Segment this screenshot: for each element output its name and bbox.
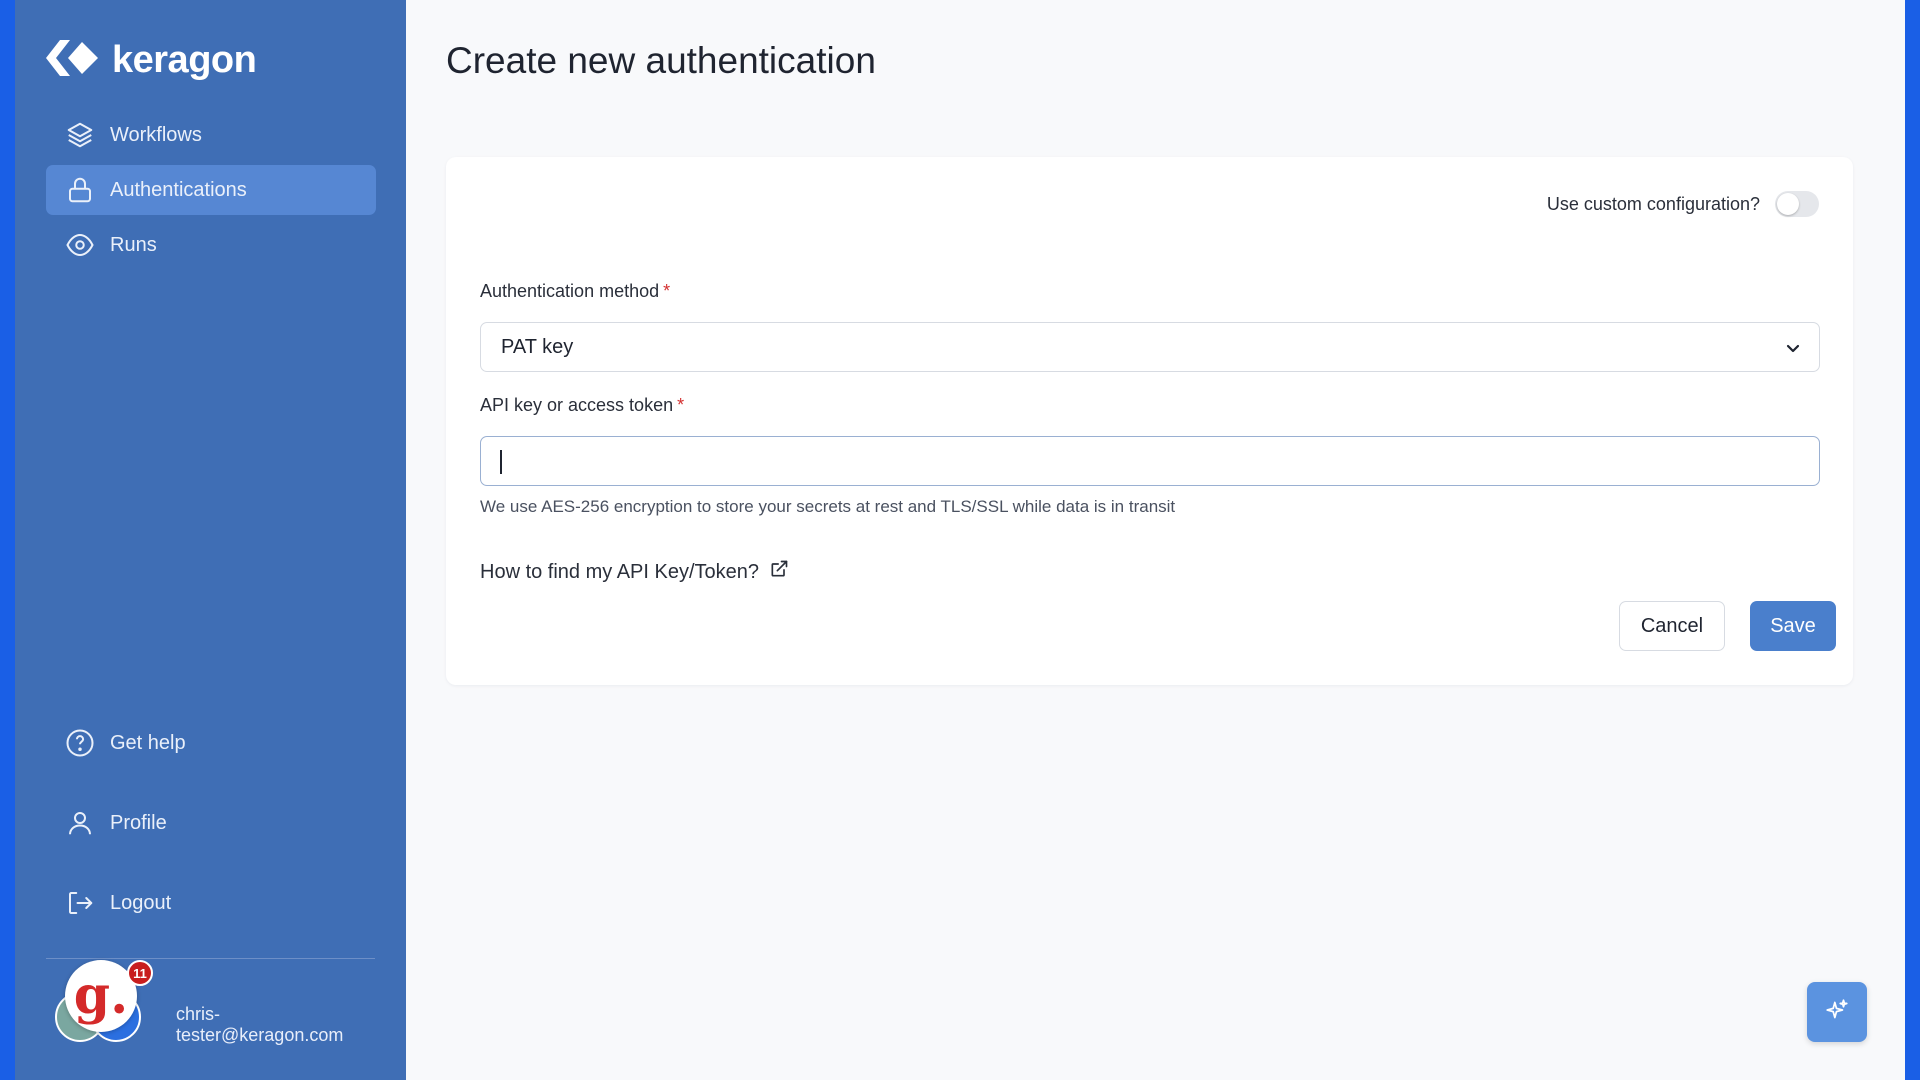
page-title: Create new authentication xyxy=(446,40,876,82)
main-nav: Workflows Authentications xyxy=(46,110,376,275)
main-content: Create new authentication Use custom con… xyxy=(406,0,1905,1080)
user-email: chris-tester@keragon.com xyxy=(176,1004,385,1046)
sidebar-item-profile[interactable]: Profile xyxy=(46,798,376,848)
sparkles-icon xyxy=(1824,997,1850,1028)
required-marker: * xyxy=(677,395,684,415)
cancel-button[interactable]: Cancel xyxy=(1619,601,1725,651)
avatar-letter: g. xyxy=(74,970,128,1022)
sidebar-item-authentications[interactable]: Authentications xyxy=(46,165,376,215)
sidebar-item-logout[interactable]: Logout xyxy=(46,878,376,928)
sidebar-item-workflows[interactable]: Workflows xyxy=(46,110,376,160)
text-cursor xyxy=(500,450,502,474)
sidebar-item-label: Profile xyxy=(110,812,167,835)
lock-icon xyxy=(64,174,96,206)
encryption-helper-text: We use AES-256 encryption to store your … xyxy=(480,497,1175,517)
custom-config-label: Use custom configuration? xyxy=(1547,194,1760,215)
notification-badge: 11 xyxy=(127,960,153,986)
sidebar-item-label: Get help xyxy=(110,732,186,755)
auth-method-label-text: Authentication method xyxy=(480,281,659,301)
sidebar-item-label: Logout xyxy=(110,892,171,915)
api-key-label: API key or access token* xyxy=(480,395,684,416)
custom-config-toggle[interactable] xyxy=(1775,191,1819,217)
toggle-knob xyxy=(1777,193,1799,215)
app-window: keragon Workflows xyxy=(15,0,1905,1080)
api-key-label-text: API key or access token xyxy=(480,395,673,415)
required-marker: * xyxy=(663,281,670,301)
auth-method-label: Authentication method* xyxy=(480,281,670,302)
brand-logo[interactable]: keragon xyxy=(46,38,256,83)
api-key-help-link[interactable]: How to find my API Key/Token? xyxy=(480,559,789,585)
auth-method-value: PAT key xyxy=(501,336,573,359)
external-link-icon xyxy=(769,559,789,585)
chevron-down-icon xyxy=(1783,338,1803,358)
custom-config-row: Use custom configuration? xyxy=(1547,191,1819,217)
sidebar-item-runs[interactable]: Runs xyxy=(46,220,376,270)
brand-name: keragon xyxy=(112,39,256,82)
help-link-text: How to find my API Key/Token? xyxy=(480,561,759,584)
save-button[interactable]: Save xyxy=(1750,601,1836,651)
auth-method-select[interactable]: PAT key xyxy=(480,322,1820,372)
secondary-nav: Get help Profile xyxy=(46,718,376,958)
sidebar-item-label: Workflows xyxy=(110,124,202,147)
ai-assistant-button[interactable] xyxy=(1807,982,1867,1042)
logout-icon xyxy=(64,887,96,919)
api-key-input[interactable] xyxy=(480,436,1820,486)
layers-icon xyxy=(64,119,96,151)
sidebar: keragon Workflows xyxy=(15,0,406,1080)
sidebar-item-label: Authentications xyxy=(110,179,247,202)
user-icon xyxy=(64,807,96,839)
sidebar-item-label: Runs xyxy=(110,234,157,257)
help-circle-icon xyxy=(64,727,96,759)
user-account[interactable]: g. 11 chris-tester@keragon.com xyxy=(55,960,385,1040)
sidebar-item-get-help[interactable]: Get help xyxy=(46,718,376,768)
auth-form-card: Use custom configuration? Authentication… xyxy=(446,157,1853,685)
eye-icon xyxy=(64,229,96,261)
sidebar-divider xyxy=(46,958,375,959)
keragon-logo-icon xyxy=(46,38,102,83)
